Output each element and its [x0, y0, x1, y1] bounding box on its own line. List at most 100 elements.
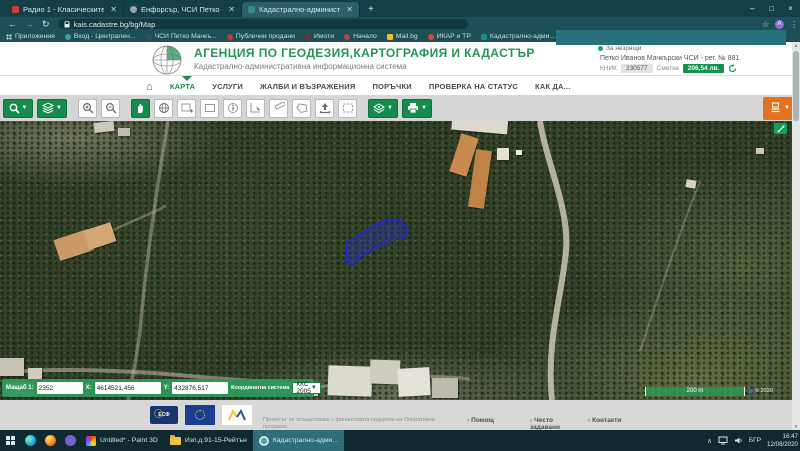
- maximize-button[interactable]: □: [762, 4, 781, 13]
- chevron-down-icon: ▼: [56, 105, 62, 111]
- forward-icon[interactable]: →: [25, 19, 34, 29]
- bookmark-item[interactable]: Публични продани: [227, 33, 295, 40]
- tab-close-icon[interactable]: ✕: [228, 5, 235, 14]
- bookmark-item[interactable]: Mail.bg: [387, 33, 418, 40]
- search-dropdown-button[interactable]: ▼: [3, 99, 33, 118]
- back-icon[interactable]: ←: [8, 19, 17, 29]
- pan-tool-button-active[interactable]: [131, 99, 150, 118]
- zoom-in-button[interactable]: [78, 99, 97, 118]
- window-controls: – □ ×: [743, 0, 800, 17]
- globe-extent-button[interactable]: [154, 99, 173, 118]
- start-button[interactable]: [0, 430, 20, 451]
- tray-expand-icon[interactable]: ∧: [707, 437, 712, 445]
- main-navigation: ⌂ КАРТА УСЛУГИ ЖАЛБИ И ВЪЗРАЖЕНИЯ ПОРЪЧК…: [0, 77, 800, 96]
- tab-uslugi[interactable]: УСЛУГИ: [212, 82, 243, 91]
- selected-parcel-polygon[interactable]: [346, 219, 408, 264]
- chevron-down-icon: ▼: [387, 105, 393, 111]
- contacts-link[interactable]: ›Контакти: [588, 417, 621, 424]
- refresh-balance-icon[interactable]: [728, 64, 737, 73]
- x-label: X:: [86, 385, 92, 391]
- close-button[interactable]: ×: [781, 4, 800, 13]
- tab-karta[interactable]: КАРТА: [170, 82, 195, 91]
- scroll-up-icon[interactable]: ▲: [792, 43, 800, 48]
- network-icon[interactable]: [718, 436, 728, 445]
- chevron-right-icon: ›: [467, 417, 469, 424]
- kais-page: АГЕНЦИЯ ПО ГЕОДЕЗИЯ,КАРТОГРАФИЯ И КАДАСТ…: [0, 42, 800, 430]
- tab-poruchki[interactable]: ПОРЪЧКИ: [372, 82, 411, 91]
- active-tab-caret: [182, 76, 192, 81]
- taskbar-app-folder[interactable]: Изп.д.91-15-Рейтън: [164, 430, 253, 451]
- select-rect-button[interactable]: [338, 99, 357, 118]
- measure-point-button[interactable]: [246, 99, 265, 118]
- print-dropdown-button[interactable]: ▼: [402, 99, 432, 118]
- browser-tab[interactable]: Енфорсър, ЧСИ Петко Мачкър ✕: [124, 2, 242, 17]
- bookmark-item[interactable]: ИКАР и ТР: [428, 33, 471, 40]
- x-coordinate-input[interactable]: [95, 382, 161, 394]
- tab-proverka-status[interactable]: ПРОВЕРКА НА СТАТУС: [429, 82, 518, 91]
- firefox-taskbar-icon[interactable]: [40, 430, 60, 451]
- bookmark-item[interactable]: Начало: [344, 33, 377, 40]
- paint3d-icon: [86, 436, 96, 446]
- bookmark-item[interactable]: Имоти: [305, 33, 334, 40]
- rectangle-icon: [204, 102, 216, 114]
- browser-tab-active[interactable]: Кадастрално-административн ✕: [242, 2, 360, 17]
- tab-close-icon[interactable]: ✕: [110, 5, 117, 14]
- tab-close-icon[interactable]: ✕: [346, 5, 353, 14]
- measure-distance-button[interactable]: [269, 99, 288, 118]
- site-favicon: [146, 34, 152, 40]
- home-icon[interactable]: ⌂: [146, 81, 153, 93]
- tab-kak-da[interactable]: КАК ДА...: [535, 82, 570, 91]
- attribution-dot-icon: [749, 389, 753, 393]
- bookmark-item[interactable]: Кадастрално-адми...: [481, 33, 555, 40]
- taskbar-clock[interactable]: 16:47 12/08/2020: [767, 433, 798, 448]
- bookmark-item[interactable]: ЧСИ Петко Мачкъ...: [146, 33, 217, 40]
- clock-date: 12/08/2020: [767, 441, 798, 449]
- chevron-down-icon: ▼: [311, 385, 317, 391]
- selected-parcel-layer: [0, 121, 792, 400]
- scale-input[interactable]: [37, 382, 83, 394]
- chevron-down-icon: ▼: [421, 105, 427, 111]
- measure-area-button[interactable]: [292, 99, 311, 118]
- search-icon: [9, 103, 20, 114]
- taskbar-app-paint3d[interactable]: Untitled* - Paint 3D: [80, 430, 164, 451]
- crs-select[interactable]: ККС 2005 ▼: [292, 382, 320, 394]
- apps-grid-icon: [6, 34, 12, 40]
- info-button[interactable]: [223, 99, 242, 118]
- minimize-button[interactable]: –: [743, 4, 762, 13]
- page-scrollbar[interactable]: ▲ ▼: [792, 42, 800, 430]
- new-tab-button[interactable]: +: [368, 4, 374, 15]
- bookmark-item[interactable]: Вход - Централен...: [65, 33, 136, 40]
- tab-zhalbi[interactable]: ЖАЛБИ И ВЪЗРАЖЕНИЯ: [260, 82, 356, 91]
- scrollbar-thumb[interactable]: [793, 51, 799, 121]
- edge-taskbar-icon[interactable]: [20, 430, 40, 451]
- url-bar[interactable]: kais.cadastre.bg/bg/Map: [58, 19, 468, 29]
- reload-icon[interactable]: ↻: [42, 19, 50, 30]
- upload-button[interactable]: [315, 99, 334, 118]
- overlay-info-dropdown-button[interactable]: ▼: [368, 99, 398, 118]
- speaker-icon[interactable]: [734, 436, 743, 445]
- select-area-button[interactable]: [177, 99, 196, 118]
- language-indicator[interactable]: БГР: [749, 437, 761, 444]
- bookmark-apps[interactable]: Приложения: [6, 33, 55, 40]
- zoom-out-button[interactable]: [101, 99, 120, 118]
- layers-dropdown-button[interactable]: ▼: [37, 99, 67, 118]
- browser-menu-icon[interactable]: ⋮: [790, 20, 798, 29]
- viber-taskbar-icon[interactable]: [60, 430, 80, 451]
- y-label: Y:: [164, 385, 170, 391]
- map-canvas[interactable]: Мащаб 1: X: Y: Координатна система ККС 2…: [0, 121, 792, 400]
- site-header: АГЕНЦИЯ ПО ГЕОДЕЗИЯ,КАРТОГРАФИЯ И КАДАСТ…: [0, 42, 800, 76]
- profile-avatar[interactable]: A: [775, 20, 784, 29]
- extent-button[interactable]: [200, 99, 219, 118]
- clock-time: 16:47: [767, 433, 798, 441]
- scroll-down-icon[interactable]: ▼: [792, 424, 800, 429]
- system-subtitle: Кадастрално-административна информационн…: [194, 62, 407, 71]
- taskbar-app-chrome-active[interactable]: Кадастрално-адми...: [253, 430, 344, 451]
- fullscreen-button[interactable]: [774, 123, 787, 134]
- upload-icon: [319, 102, 331, 114]
- bookmark-star-icon[interactable]: ☆: [762, 20, 769, 29]
- browser-tab[interactable]: Радио 1 - Класическите хит ✕: [6, 2, 124, 17]
- esf-logo: ЕСФ: [150, 406, 178, 424]
- y-coordinate-input[interactable]: [172, 382, 228, 394]
- help-link[interactable]: ›Помощ: [467, 417, 494, 424]
- accessibility-link[interactable]: За незрящи: [598, 45, 641, 52]
